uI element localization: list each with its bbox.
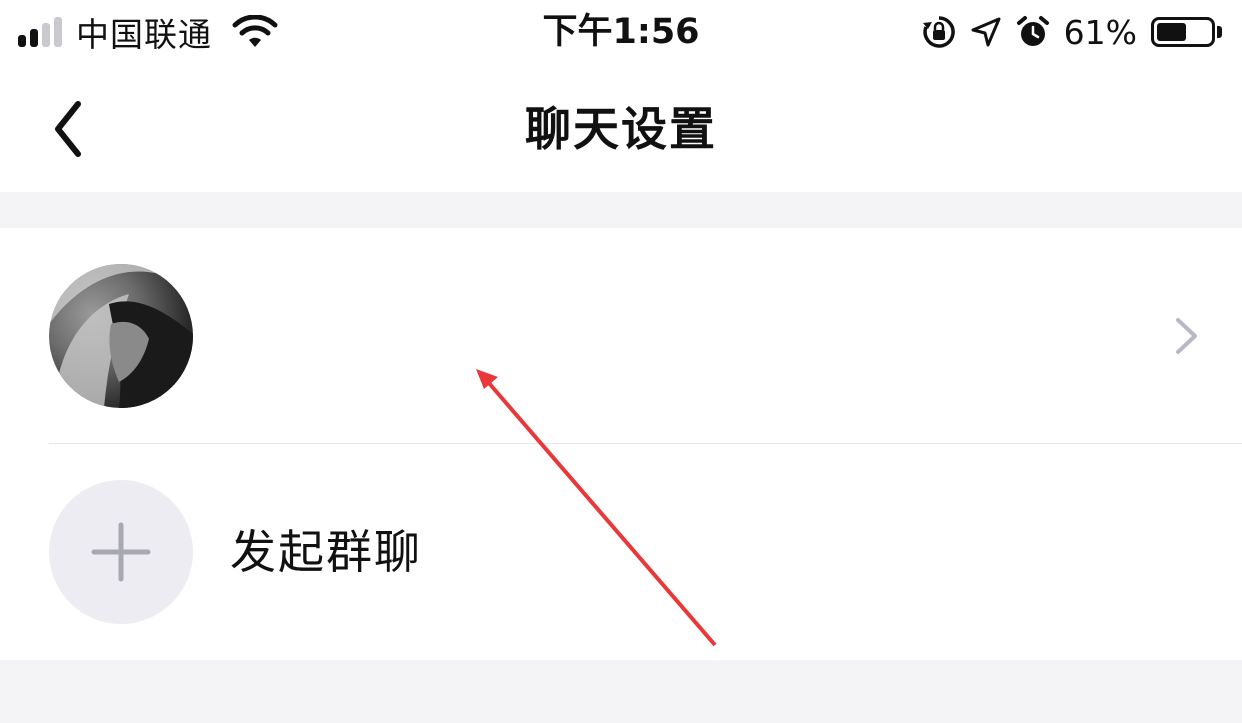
battery-fill: [1157, 23, 1187, 41]
rotation-lock-icon: [922, 16, 955, 48]
status-right: 61%: [922, 10, 1222, 54]
chevron-right-icon: [1176, 318, 1197, 354]
start-group-chat-label: 发起群聊: [230, 525, 422, 579]
battery-cap: [1217, 26, 1222, 38]
page-background: [0, 660, 1242, 723]
avatar-image: [49, 264, 193, 408]
battery-percent: 61%: [1063, 12, 1137, 52]
status-bar: 中国联通 下午1:56 61%: [0, 0, 1242, 66]
section-gap: [0, 192, 1242, 228]
location-icon: [971, 17, 1001, 47]
plus-icon: [91, 522, 151, 582]
settings-card: 发起群聊: [0, 228, 1242, 660]
avatar[interactable]: [49, 264, 193, 408]
add-member-button[interactable]: [49, 480, 193, 624]
contact-row[interactable]: [0, 228, 1242, 443]
page-title: 聊天设置: [525, 102, 717, 156]
nav-bar: 聊天设置: [0, 66, 1242, 193]
battery-icon: [1151, 17, 1215, 47]
start-group-chat-row[interactable]: 发起群聊: [0, 444, 1242, 660]
alarm-icon: [1016, 16, 1049, 46]
